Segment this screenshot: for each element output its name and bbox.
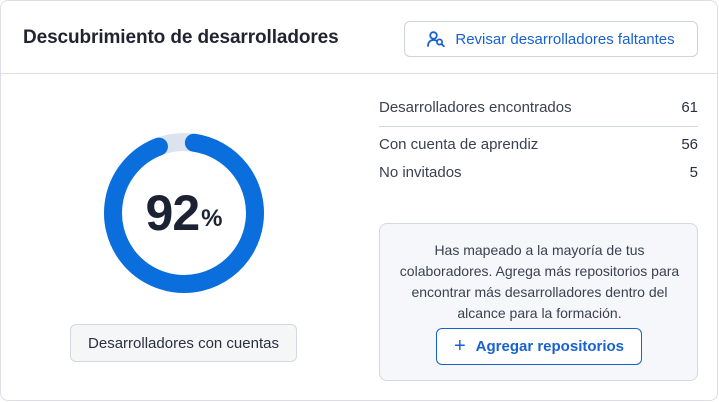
stat-value: 61 xyxy=(681,98,698,116)
gauge-value: 92 % xyxy=(102,131,266,295)
stats-divider xyxy=(379,126,698,127)
gauge-unit: % xyxy=(201,205,223,232)
stat-label: Desarrolladores encontrados xyxy=(379,98,572,116)
add-repositories-button[interactable]: + Agregar repositorios xyxy=(436,328,642,365)
accounts-percentage-gauge: 92 % xyxy=(102,131,266,295)
info-text: Has mapeado a la mayoría de tus colabora… xyxy=(399,242,680,321)
developer-discovery-card: Descubrimiento de desarrolladores Revisa… xyxy=(0,0,718,401)
review-missing-developers-button[interactable]: Revisar desarrolladores faltantes xyxy=(404,21,698,57)
gauge-number: 92 xyxy=(145,185,201,241)
stat-label: No invitados xyxy=(379,163,462,181)
card-title: Descubrimiento de desarrolladores xyxy=(23,27,339,48)
stat-with-learner-account: Con cuenta de aprendiz 56 xyxy=(379,133,698,155)
stat-not-invited: No invitados 5 xyxy=(379,161,698,183)
info-box: Has mapeado a la mayoría de tus colabora… xyxy=(379,223,698,381)
stat-value: 5 xyxy=(689,163,698,181)
add-button-label: Agregar repositorios xyxy=(475,338,625,355)
stat-developers-found: Desarrolladores encontrados 61 xyxy=(379,96,698,118)
gauge-caption-chip: Desarrolladores con cuentas xyxy=(70,324,297,362)
user-search-icon xyxy=(427,31,446,47)
card-header: Descubrimiento de desarrolladores Revisa… xyxy=(1,1,717,74)
plus-icon: + xyxy=(453,334,466,357)
stat-value: 56 xyxy=(681,135,698,153)
review-button-label: Revisar desarrolladores faltantes xyxy=(455,30,675,48)
stat-label: Con cuenta de aprendiz xyxy=(379,135,539,153)
